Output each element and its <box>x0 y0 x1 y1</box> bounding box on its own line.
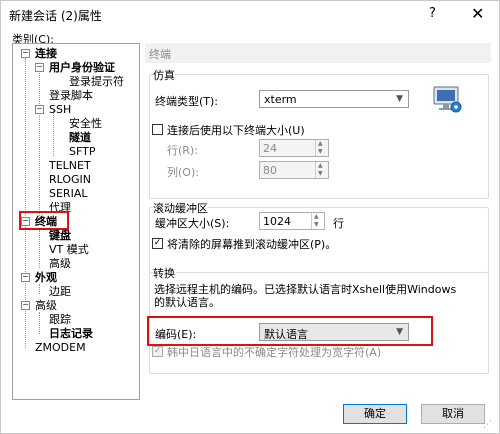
highlight-box <box>19 211 69 230</box>
cols-value: 80 <box>263 164 277 177</box>
spinner-buttons: ▲ ▼ <box>315 162 328 178</box>
terminal-type-label: 终端类型(T): <box>155 95 219 108</box>
settings-panel: 终端 仿真 终端类型(T): xterm ▼ 连接后使用以下终端大小(U) 行(… <box>145 43 491 398</box>
push-cleared-label: 将清除的屏幕推到滚动缓冲区(P)。 <box>167 238 337 251</box>
cols-spinner[interactable]: 80 ▲ ▼ <box>259 161 329 179</box>
tree-item-tunnel[interactable]: 隧道 <box>69 131 91 144</box>
resize-terminal-label: 连接后使用以下终端大小(U) <box>167 124 305 137</box>
tree-line <box>39 230 40 268</box>
tree-item-ssh[interactable]: SSH <box>49 103 71 116</box>
push-cleared-checkbox[interactable]: ✓ <box>152 238 163 249</box>
tree-item-telnet[interactable]: TELNET <box>49 159 91 172</box>
encoding-description: 选择远程主机的编码。已选择默认语言时Xshell使用Windows的默认语言。 <box>154 283 457 309</box>
collapse-toggle-icon[interactable]: − <box>21 301 30 310</box>
tree-line <box>39 284 40 294</box>
rows-label: 行(R): <box>167 144 198 157</box>
tree-line <box>39 312 40 334</box>
tree-item-vt-mode[interactable]: VT 模式 <box>49 243 89 256</box>
spinner-buttons: ▲ ▼ <box>311 213 324 229</box>
rows-value: 24 <box>263 142 277 155</box>
tree-item-trace[interactable]: 跟踪 <box>49 313 71 326</box>
buffer-size-spinner[interactable]: 1024 ▲ ▼ <box>259 212 325 230</box>
panel-header: 终端 <box>145 43 491 63</box>
tree-line <box>53 110 54 156</box>
terminal-type-value: xterm <box>264 93 297 106</box>
tree-item-login-prompt[interactable]: 登录提示符 <box>69 75 124 88</box>
tree-item-rlogin[interactable]: RLOGIN <box>49 173 91 186</box>
tree-item-logging[interactable]: 日志记录 <box>49 327 93 340</box>
tree-item-sftp[interactable]: SFTP <box>69 145 95 158</box>
arrow-up-icon[interactable]: ▲ <box>318 140 323 147</box>
collapse-toggle-icon[interactable]: − <box>35 105 44 114</box>
tree-item-keyboard[interactable]: 键盘 <box>49 229 71 242</box>
ok-button[interactable]: 确定 <box>343 404 407 424</box>
arrow-up-icon[interactable]: ▲ <box>314 213 319 220</box>
tree-item-security[interactable]: 安全性 <box>69 117 102 130</box>
terminal-type-select[interactable]: xterm ▼ <box>259 90 409 108</box>
buffer-size-label: 缓冲区大小(S): <box>155 217 230 230</box>
window-title: 新建会话 (2)属性 <box>9 9 102 23</box>
tree-item-advanced[interactable]: 高级 <box>35 299 57 312</box>
tree-line <box>39 70 40 224</box>
spinner-buttons: ▲ ▼ <box>315 140 328 156</box>
chevron-down-icon: ▼ <box>396 94 403 104</box>
collapse-toggle-icon[interactable]: − <box>21 49 30 58</box>
tree-item-appearance[interactable]: 外观 <box>35 271 57 284</box>
buffer-size-unit: 行 <box>333 217 344 230</box>
emulation-group-title: 仿真 <box>153 67 175 83</box>
collapse-toggle-icon[interactable]: − <box>35 63 44 72</box>
cjk-wide-checkbox[interactable]: ✓ <box>152 346 163 357</box>
category-tree[interactable]: − 连接 − 用户身份验证 登录提示符 登录脚本 − SSH 安全性 隧道 SF… <box>12 43 140 400</box>
arrow-down-icon[interactable]: ▼ <box>314 221 319 228</box>
properties-dialog: 新建会话 (2)属性 ? ✕ 类别(C): − 连接 − 用户身份验证 登录提示… <box>0 0 500 434</box>
arrow-down-icon[interactable]: ▼ <box>318 170 323 177</box>
highlight-box <box>147 316 433 346</box>
collapse-toggle-icon[interactable]: − <box>21 273 30 282</box>
cols-label: 列(O): <box>167 166 199 179</box>
tree-item-serial[interactable]: SERIAL <box>49 187 87 200</box>
close-button[interactable]: ✕ <box>471 4 484 23</box>
cancel-button[interactable]: 取消 <box>421 404 485 424</box>
monitor-gear-icon <box>433 86 462 113</box>
translation-group-title: 转换 <box>153 265 175 281</box>
tree-item-connection[interactable]: 连接 <box>35 47 57 60</box>
buffer-size-value: 1024 <box>263 215 291 228</box>
tree-item-margin[interactable]: 边距 <box>49 285 71 298</box>
resize-grip-icon[interactable]: ⋰ <box>483 420 492 430</box>
tree-item-terminal-advanced[interactable]: 高级 <box>49 257 71 270</box>
help-button[interactable]: ? <box>429 6 436 21</box>
tree-item-auth[interactable]: 用户身份验证 <box>49 61 115 74</box>
arrow-up-icon[interactable]: ▲ <box>318 162 323 169</box>
resize-terminal-checkbox[interactable] <box>152 124 163 135</box>
title-bar: 新建会话 (2)属性 ? ✕ <box>1 1 500 29</box>
arrow-down-icon[interactable]: ▼ <box>318 148 323 155</box>
rows-spinner[interactable]: 24 ▲ ▼ <box>259 139 329 157</box>
cjk-wide-label: 韩中日语言中的不确定字符处理为宽字符(A) <box>167 346 382 359</box>
scrollback-group-title: 滚动缓冲区 <box>153 200 208 216</box>
panel-header-title: 终端 <box>149 48 171 61</box>
tree-item-login-script[interactable]: 登录脚本 <box>49 89 93 102</box>
tree-item-zmodem[interactable]: ZMODEM <box>35 341 86 354</box>
